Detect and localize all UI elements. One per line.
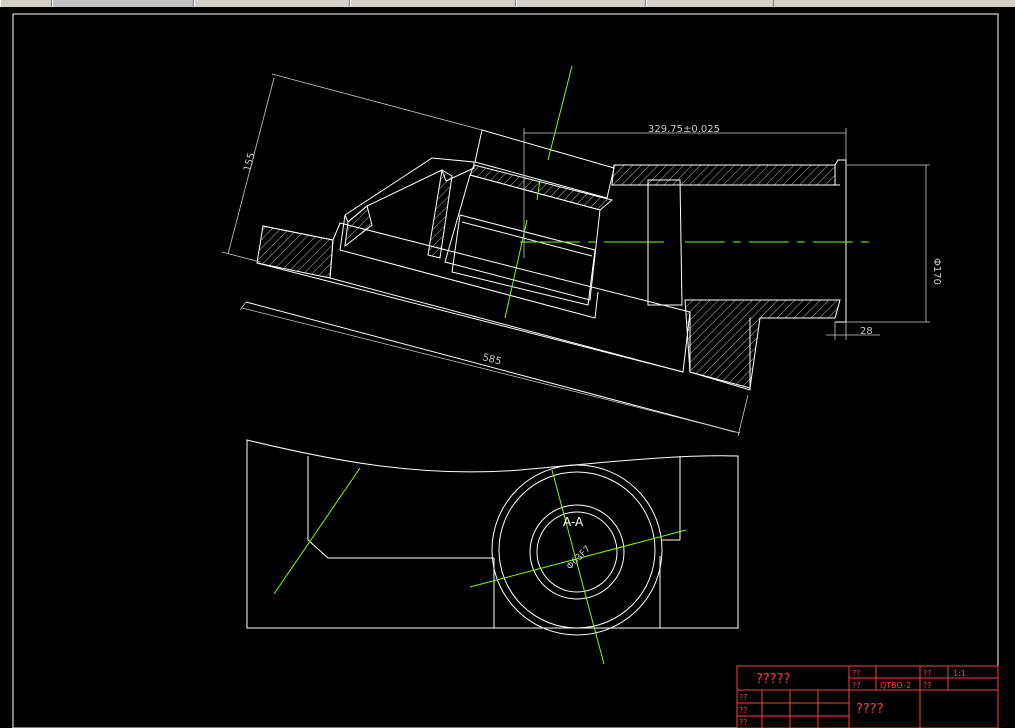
dim-ext	[221, 251, 261, 263]
tb-cell-label: ??	[923, 681, 932, 690]
top-view-outline	[246, 439, 739, 629]
tb-cell-label: ??	[923, 669, 932, 678]
dim-ext	[737, 394, 749, 437]
tb-organization: ????	[856, 702, 884, 717]
dim-line-length	[241, 307, 741, 434]
spindle-top-hatch	[611, 164, 836, 186]
tb-drawing-no: QTBO-2	[880, 681, 911, 690]
tb-cell-label: ??	[852, 669, 861, 678]
left-pocket	[307, 456, 494, 559]
centerline	[273, 467, 361, 595]
top-centerlines	[273, 467, 687, 665]
front-view	[245, 129, 847, 433]
cad-drawing-canvas[interactable]: 329.75±0.025 155 585 Φ170 28 Φ63F7 A-A ?…	[0, 0, 1015, 728]
dim-height: 155	[242, 151, 258, 172]
housing-top	[344, 157, 475, 216]
dim-center-distance: 329.75±0.025	[648, 124, 720, 135]
tb-cell-label: ??	[739, 693, 748, 702]
base-left-hatch	[256, 225, 334, 279]
housing-hatch-2	[427, 169, 453, 259]
tb-cell-label: ??	[852, 681, 861, 690]
centerline	[547, 65, 573, 161]
spindle-bottom-hatch	[684, 299, 841, 389]
tb-cell-label: ??	[739, 718, 748, 727]
inner-block	[451, 214, 596, 306]
tb-cell-label: ??	[739, 706, 748, 715]
upper-hatch	[469, 164, 614, 211]
base-bottom-inner	[329, 277, 684, 373]
dim-flange: 28	[860, 326, 873, 337]
inner-block-line	[461, 221, 593, 257]
dim-diameter: Φ170	[931, 258, 942, 285]
section-label: A-A	[563, 515, 584, 529]
boss-chamfer-circle	[498, 471, 656, 629]
dim-ext	[271, 73, 483, 131]
tb-scale: 1:1	[953, 669, 966, 678]
boss-outer-circle	[491, 464, 663, 636]
housing-lower	[339, 214, 599, 319]
dim-bore: Φ63F7	[565, 544, 593, 572]
tb-part-name: ?????	[756, 672, 791, 687]
top-view	[246, 439, 739, 636]
